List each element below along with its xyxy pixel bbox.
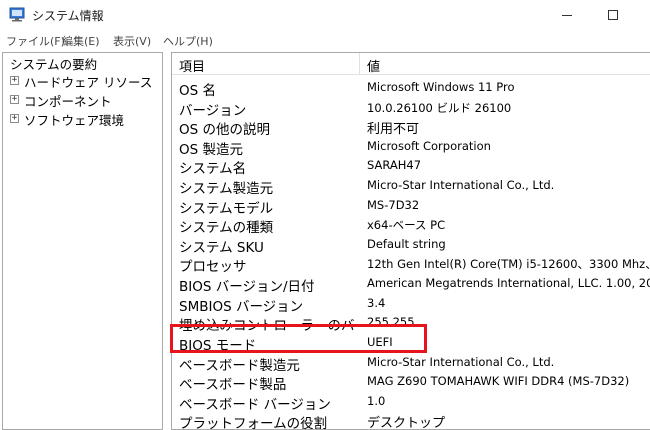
tree-item-system-summary[interactable]: システムの要約 xyxy=(10,54,97,73)
list-header: 項目 値 xyxy=(172,53,650,75)
expand-icon[interactable]: + xyxy=(10,114,19,123)
system-info-icon xyxy=(9,7,25,22)
table-row[interactable]: BIOS バージョン/日付 American Megatrends Intern… xyxy=(172,273,650,295)
row-value: x64-ベース PC xyxy=(367,218,446,233)
title-bar: システム情報 xyxy=(0,0,650,30)
minimize-icon xyxy=(562,14,572,16)
table-row[interactable]: システムの種類 x64-ベース PC xyxy=(172,214,650,236)
menu-file[interactable]: ファイル(F) xyxy=(6,33,65,49)
table-row[interactable]: OS の他の説明 利用不可 xyxy=(172,116,650,138)
table-row[interactable]: ベースボード バージョン 1.0 xyxy=(172,391,650,413)
row-value: 1.0 xyxy=(367,393,386,408)
row-value: Default string xyxy=(367,236,446,251)
row-value: American Megatrends International, LLC. … xyxy=(367,276,650,290)
row-value: MS-7D32 xyxy=(367,197,420,212)
menu-view[interactable]: 表示(V) xyxy=(113,33,151,49)
maximize-icon xyxy=(608,10,618,20)
table-row[interactable]: OS 製造元 Microsoft Corporation xyxy=(172,136,650,158)
maximize-button[interactable] xyxy=(590,0,636,30)
expand-icon[interactable]: + xyxy=(10,95,19,104)
row-value: Micro-Star International Co., Ltd. xyxy=(367,354,555,369)
table-row[interactable]: プラットフォームの役割 デスクトップ xyxy=(172,410,650,430)
table-row[interactable]: プロセッサ 12th Gen Intel(R) Core(TM) i5-1260… xyxy=(172,253,650,275)
window-title: システム情報 xyxy=(32,9,104,23)
row-value: 3.4 xyxy=(367,295,386,310)
column-header-value[interactable]: 値 xyxy=(367,56,380,75)
expand-icon[interactable]: + xyxy=(10,76,19,85)
row-value: 10.0.26100 ビルド 26100 xyxy=(367,100,512,115)
table-row[interactable]: システム名 SARAH47 xyxy=(172,155,650,177)
menu-bar: ファイル(F) 編集(E) 表示(V) ヘルプ(H) xyxy=(0,30,650,50)
row-value: Microsoft Corporation xyxy=(367,138,491,153)
row-value: デスクトップ xyxy=(367,416,446,430)
table-row[interactable]: ベースボード製造元 Micro-Star International Co., … xyxy=(172,352,650,374)
table-row[interactable]: バージョン 10.0.26100 ビルド 26100 xyxy=(172,97,650,119)
column-header-item[interactable]: 項目 xyxy=(179,56,205,75)
row-value: MAG Z690 TOMAHAWK WIFI DDR4 (MS-7D32) xyxy=(367,374,630,389)
row-value: Micro-Star International Co., Ltd. xyxy=(367,178,555,192)
tree-item-label[interactable]: ハードウェア リソース xyxy=(24,72,152,91)
menu-help[interactable]: ヘルプ(H) xyxy=(163,33,213,49)
row-value: 利用不可 xyxy=(367,122,420,138)
row-value: SARAH47 xyxy=(367,158,422,173)
tree-item-label[interactable]: コンポーネント xyxy=(24,91,112,110)
row-value: Microsoft Windows 11 Pro xyxy=(367,80,515,94)
column-divider[interactable] xyxy=(359,53,360,75)
row-name: プラットフォームの役割 xyxy=(179,416,328,430)
row-value: 12th Gen Intel(R) Core(TM) i5-12600、3300… xyxy=(367,257,650,272)
minimize-button[interactable] xyxy=(544,0,590,30)
table-row[interactable]: OS 名 Microsoft Windows 11 Pro xyxy=(172,77,650,99)
menu-edit[interactable]: 編集(E) xyxy=(62,33,100,49)
details-list: 項目 値 OS 名 Microsoft Windows 11 Pro バージョン… xyxy=(171,52,650,430)
table-row[interactable]: ベースボード製品 MAG Z690 TOMAHAWK WIFI DDR4 (MS… xyxy=(172,371,650,393)
tree-item-label[interactable]: ソフトウェア環境 xyxy=(24,110,124,129)
bios-mode-highlight-box xyxy=(170,324,427,353)
category-tree: システムの要約 + ハードウェア リソース + コンポーネント + ソフトウェア… xyxy=(2,52,163,430)
table-row[interactable]: システム製造元 Micro-Star International Co., Lt… xyxy=(172,175,650,197)
table-row[interactable]: システム SKU Default string xyxy=(172,234,650,256)
table-row[interactable]: システムモデル MS-7D32 xyxy=(172,195,650,217)
table-row[interactable]: SMBIOS バージョン 3.4 xyxy=(172,293,650,315)
